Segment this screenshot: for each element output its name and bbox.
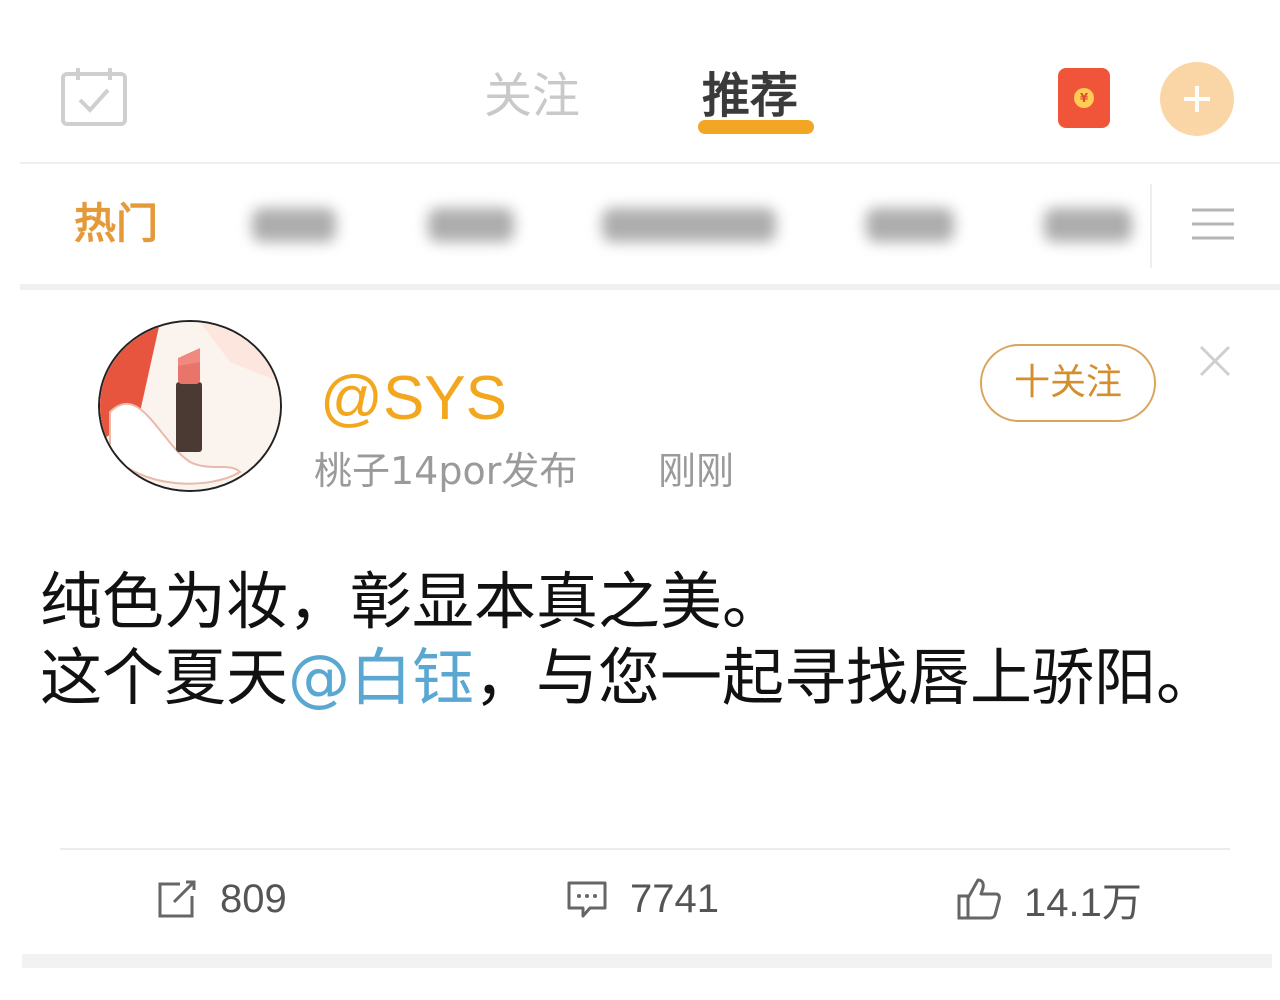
hamburger-menu-icon[interactable] xyxy=(1190,206,1236,242)
category-tab-blurred[interactable] xyxy=(252,208,336,242)
category-tab-blurred[interactable] xyxy=(1044,208,1132,242)
category-tab-blurred[interactable] xyxy=(602,208,776,242)
like-button[interactable]: 14.1万 xyxy=(956,872,1142,926)
calendar-check-icon[interactable] xyxy=(60,66,128,128)
post-text-line-1: 纯色为妆，彰显本真之美。 xyxy=(40,565,785,638)
close-icon[interactable] xyxy=(1198,344,1232,378)
post-source: 桃子14por发布 xyxy=(314,449,578,493)
comment-button[interactable]: 7741 xyxy=(566,872,719,926)
username[interactable]: @SYS xyxy=(320,362,507,436)
lipstick-illustration xyxy=(100,322,280,490)
plus-icon xyxy=(1184,86,1210,112)
comment-icon xyxy=(567,881,607,918)
share-icon xyxy=(158,880,196,918)
repost-count: 809 xyxy=(220,876,287,921)
post-time: 刚刚 xyxy=(658,449,735,493)
comment-count: 7741 xyxy=(630,876,719,921)
category-tab-blurred[interactable] xyxy=(866,208,954,242)
category-bar: 热门 xyxy=(0,164,1280,284)
yuan-coin-icon: ¥ xyxy=(1074,88,1094,108)
tab-follow[interactable]: 关注 xyxy=(484,66,580,126)
post-text-line-2-end: ，与您一起寻找唇上骄阳。 xyxy=(474,641,1219,714)
mention-link[interactable]: @白钰 xyxy=(288,641,474,714)
like-count: 14.1万 xyxy=(1024,881,1142,925)
category-tab-hot[interactable]: 热门 xyxy=(74,196,158,252)
repost-button[interactable]: 809 xyxy=(156,872,287,926)
card-bottom-divider xyxy=(22,954,1272,968)
tab-recommend[interactable]: 推荐 xyxy=(702,66,798,126)
post-card: @SYS 桃子14por发布 刚刚 十关注 纯色为妆，彰显本真之美。 这个夏天@… xyxy=(0,290,1280,970)
post-text-line-2: 这个夏天@白钰，与您一起寻找唇上骄阳。 xyxy=(40,640,1270,716)
tab-recommend-label: 推荐 xyxy=(702,68,799,124)
thumbs-up-icon xyxy=(957,878,1001,920)
follow-button[interactable]: 十关注 xyxy=(980,344,1156,422)
actions-divider xyxy=(60,848,1230,850)
avatar[interactable] xyxy=(98,320,282,492)
top-navigation-bar: 关注 推荐 ¥ xyxy=(0,0,1280,162)
post-text-line-2-start: 这个夏天 xyxy=(40,641,289,714)
red-packet-icon[interactable]: ¥ xyxy=(1058,68,1110,128)
category-tab-blurred[interactable] xyxy=(428,208,514,242)
post-body: 纯色为妆，彰显本真之美。 这个夏天@白钰，与您一起寻找唇上骄阳。 xyxy=(40,564,1270,716)
category-separator xyxy=(1150,184,1152,268)
add-button[interactable] xyxy=(1160,62,1234,136)
